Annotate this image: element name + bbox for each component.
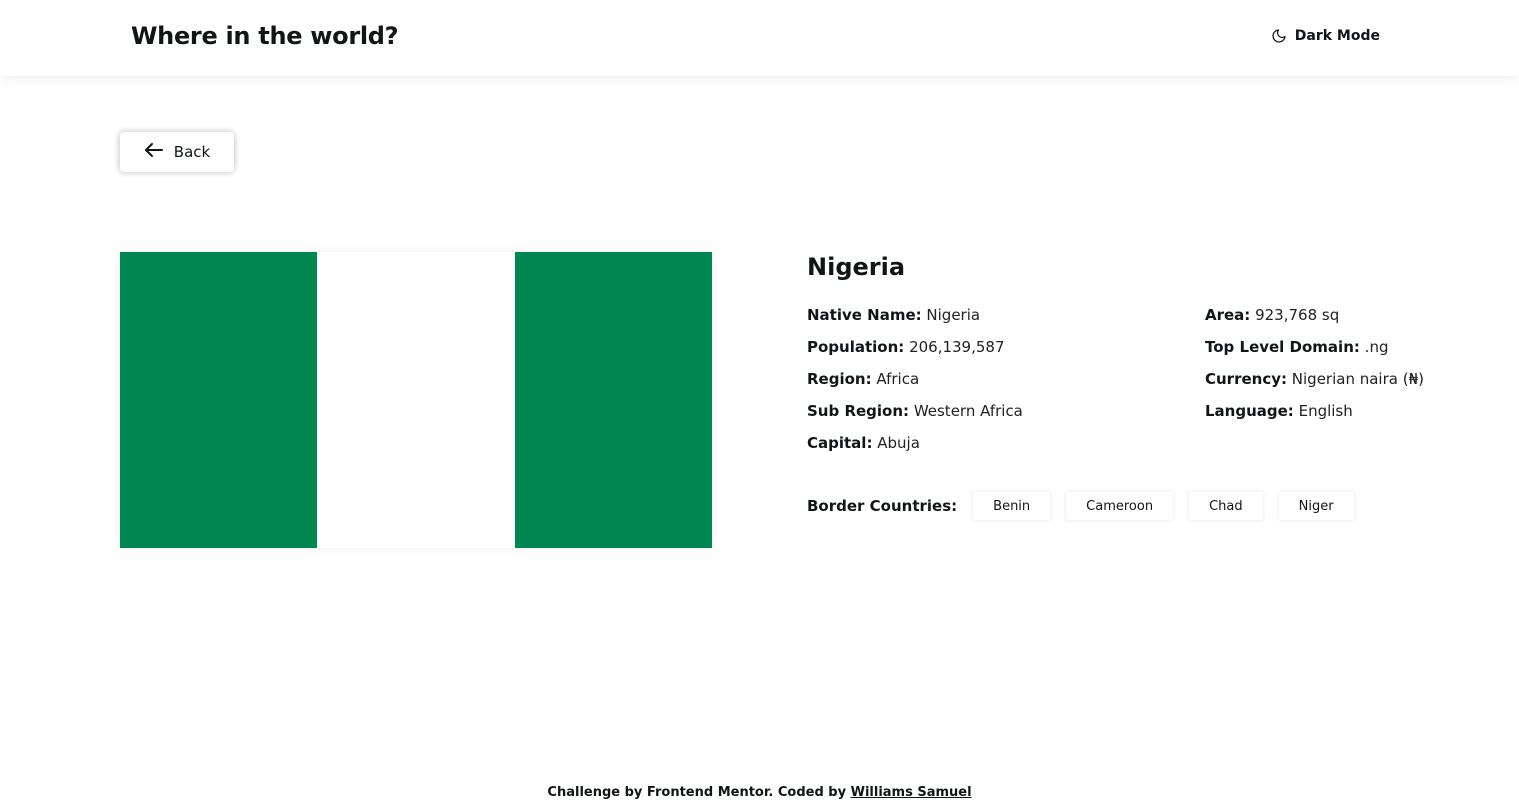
detail-label: Capital: [807, 434, 873, 452]
country-flag [120, 252, 712, 548]
detail-value: Africa [876, 370, 920, 388]
flag-stripe-right [514, 252, 712, 548]
author-link[interactable]: Williams Samuel [851, 785, 972, 800]
app-title: Where in the world? [131, 22, 399, 50]
dark-mode-label: Dark Mode [1294, 28, 1380, 44]
detail-currency: Currency: Nigerian naira (₦) [1205, 369, 1424, 401]
detail-label: Native Name: [807, 306, 922, 324]
arrow-left-icon [144, 142, 164, 162]
detail-value: Abuja [877, 434, 920, 452]
detail-value: 923,768 sq [1255, 306, 1340, 324]
attribution-footer: Challenge by Frontend Mentor. Coded by W… [0, 785, 1519, 800]
detail-top-level-domain: Top Level Domain: .ng [1205, 337, 1424, 369]
detail-sub-region: Sub Region: Western Africa [807, 401, 1023, 433]
moon-icon [1271, 28, 1287, 44]
border-country-niger[interactable]: Niger [1278, 492, 1354, 520]
border-country-benin[interactable]: Benin [973, 492, 1051, 520]
country-name: Nigeria [807, 253, 906, 281]
details-right: Area: 923,768 sq Top Level Domain: .ng C… [1205, 305, 1424, 433]
site-header: Where in the world? Dark Mode [0, 0, 1519, 76]
detail-label: Sub Region: [807, 402, 910, 420]
detail-value: Western Africa [913, 402, 1023, 420]
detail-native-name: Native Name: Nigeria [807, 305, 1023, 337]
detail-value: 206,139,587 [909, 338, 1005, 356]
details-left: Native Name: Nigeria Population: 206,139… [807, 305, 1023, 465]
detail-region: Region: Africa [807, 369, 1023, 401]
border-country-chad[interactable]: Chad [1189, 492, 1263, 520]
border-countries-label: Border Countries: [807, 497, 958, 515]
attribution-text: Challenge by Frontend Mentor. Coded by [547, 785, 851, 800]
detail-population: Population: 206,139,587 [807, 337, 1023, 369]
detail-value: Nigerian naira (₦) [1291, 370, 1424, 388]
detail-label: Currency: [1205, 370, 1288, 388]
flag-stripe-middle [317, 252, 515, 548]
detail-value: Nigeria [926, 306, 981, 324]
flag-stripe-left [120, 252, 318, 548]
detail-language: Language: English [1205, 401, 1424, 433]
detail-area: Area: 923,768 sq [1205, 305, 1424, 337]
border-country-cameroon[interactable]: Cameroon [1066, 492, 1174, 520]
detail-value: English [1298, 402, 1353, 420]
detail-label: Area: [1205, 306, 1251, 324]
detail-label: Language: [1205, 402, 1294, 420]
detail-capital: Capital: Abuja [807, 433, 1023, 465]
detail-label: Top Level Domain: [1205, 338, 1360, 356]
detail-value: .ng [1364, 338, 1389, 356]
border-countries: Border Countries: Benin Cameroon Chad Ni… [807, 492, 1370, 520]
detail-label: Population: [807, 338, 905, 356]
detail-label: Region: [807, 370, 872, 388]
back-button[interactable]: Back [120, 132, 234, 172]
dark-mode-toggle[interactable]: Dark Mode [1271, 28, 1380, 44]
back-label: Back [173, 143, 211, 161]
